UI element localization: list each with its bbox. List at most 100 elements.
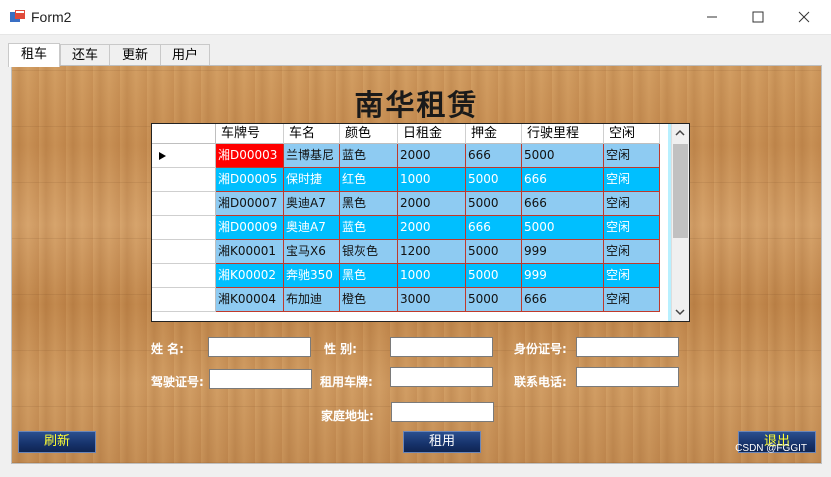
car-table[interactable]: 车牌号 车名 颜色 日租金 押金 行驶里程 空闲 湘D00003 兰博基尼 蓝色 20… [151,123,690,322]
title-bar: Form2 [0,0,831,35]
phone-label: 联系电话: [514,375,567,389]
table-cell[interactable]: 奥迪A7 [284,216,340,240]
window-title: Form2 [31,9,72,25]
table-cell[interactable]: 湘K00004 [216,288,284,312]
table-cell[interactable]: 布加迪 [284,288,340,312]
table-cell[interactable]: 湘K00001 [216,240,284,264]
scrollbar-thumb[interactable] [673,144,688,238]
table-cell[interactable]: 3000 [398,288,466,312]
column-header[interactable]: 押金 [466,124,522,144]
chevron-up-icon[interactable] [675,129,685,137]
table-corner [152,124,216,144]
table-cell[interactable]: 空闲 [604,168,660,192]
table-cell[interactable]: 湘D00007 [216,192,284,216]
license-label: 驾驶证号: [151,375,204,389]
chevron-down-icon[interactable] [675,308,685,316]
tab-update[interactable]: 更新 [109,44,161,66]
page-title: 南华租赁 [354,88,479,122]
row-header[interactable] [152,144,216,168]
table-cell[interactable]: 宝马X6 [284,240,340,264]
table-cell[interactable]: 黑色 [340,192,398,216]
table-cell[interactable]: 红色 [340,168,398,192]
table-cell[interactable]: 兰博基尼 [284,144,340,168]
app-icon [10,10,25,22]
column-header[interactable]: 车名 [284,124,340,144]
row-header[interactable] [152,216,216,240]
table-cell[interactable]: 空闲 [604,288,660,312]
gender-input[interactable] [390,337,493,357]
rent-panel: 南华租赁 车牌号 车名 颜色 日租金 押金 行驶里程 空闲 湘D00003 兰博基… [11,65,822,464]
table-cell[interactable]: 空闲 [604,192,660,216]
table-cell[interactable]: 蓝色 [340,144,398,168]
name-input[interactable] [208,337,311,357]
column-header[interactable]: 颜色 [340,124,398,144]
phone-input[interactable] [576,367,679,387]
row-header[interactable] [152,192,216,216]
maximize-button[interactable] [735,0,781,34]
table-cell[interactable]: 5000 [522,144,604,168]
table-cell[interactable]: 2000 [398,144,466,168]
gender-label: 性 别: [324,342,357,356]
column-header[interactable]: 行驶里程 [522,124,604,144]
table-cell[interactable]: 1000 [398,168,466,192]
id-label: 身份证号: [514,342,567,356]
license-input[interactable] [209,369,312,389]
name-label: 姓 名: [151,342,184,356]
table-cell[interactable]: 666 [522,288,604,312]
tab-rent[interactable]: 租车 [8,43,60,67]
vertical-scrollbar[interactable] [671,124,689,321]
table-cell[interactable]: 666 [466,144,522,168]
close-button[interactable] [781,0,827,34]
table-cell[interactable]: 666 [466,216,522,240]
column-header[interactable]: 日租金 [398,124,466,144]
table-cell[interactable]: 空闲 [604,144,660,168]
table-cell[interactable]: 湘D00005 [216,168,284,192]
table-cell[interactable]: 湘K00002 [216,264,284,288]
table-cell[interactable]: 2000 [398,192,466,216]
table-cell[interactable]: 湘D00009 [216,216,284,240]
table-cell[interactable]: 湘D00003 [216,144,284,168]
tab-user[interactable]: 用户 [160,44,210,66]
table-cell[interactable]: 5000 [466,168,522,192]
watermark: CSDN @FGGIT [735,443,807,454]
table-cell[interactable]: 奔驰350 [284,264,340,288]
table-cell[interactable]: 银灰色 [340,240,398,264]
table-cell[interactable]: 2000 [398,216,466,240]
table-cell[interactable]: 黑色 [340,264,398,288]
address-label: 家庭地址: [321,409,374,423]
tab-return[interactable]: 还车 [60,44,110,66]
row-header[interactable] [152,240,216,264]
row-header[interactable] [152,168,216,192]
table-cell[interactable]: 5000 [466,288,522,312]
table-cell[interactable]: 1200 [398,240,466,264]
table-cell[interactable]: 999 [522,264,604,288]
table-cell[interactable]: 橙色 [340,288,398,312]
table-cell[interactable]: 奥迪A7 [284,192,340,216]
minimize-button[interactable] [689,0,735,34]
minimize-icon [707,16,717,18]
id-input[interactable] [576,337,679,357]
table-cell[interactable]: 保时捷 [284,168,340,192]
column-header[interactable]: 空闲 [604,124,660,144]
rent-button[interactable]: 租用 [403,431,481,453]
table-cell[interactable]: 空闲 [604,216,660,240]
close-icon [798,11,810,23]
table-cell[interactable]: 5000 [466,240,522,264]
table-cell[interactable]: 蓝色 [340,216,398,240]
address-input[interactable] [391,402,494,422]
plate-input[interactable] [390,367,493,387]
table-cell[interactable]: 5000 [522,216,604,240]
table-cell[interactable]: 空闲 [604,240,660,264]
maximize-icon [752,11,764,23]
column-header[interactable]: 车牌号 [216,124,284,144]
table-cell[interactable]: 空闲 [604,264,660,288]
table-cell[interactable]: 1000 [398,264,466,288]
table-cell[interactable]: 5000 [466,264,522,288]
table-cell[interactable]: 5000 [466,192,522,216]
table-cell[interactable]: 666 [522,192,604,216]
row-header[interactable] [152,288,216,312]
refresh-button[interactable]: 刷新 [18,431,96,453]
table-cell[interactable]: 666 [522,168,604,192]
table-cell[interactable]: 999 [522,240,604,264]
row-header[interactable] [152,264,216,288]
